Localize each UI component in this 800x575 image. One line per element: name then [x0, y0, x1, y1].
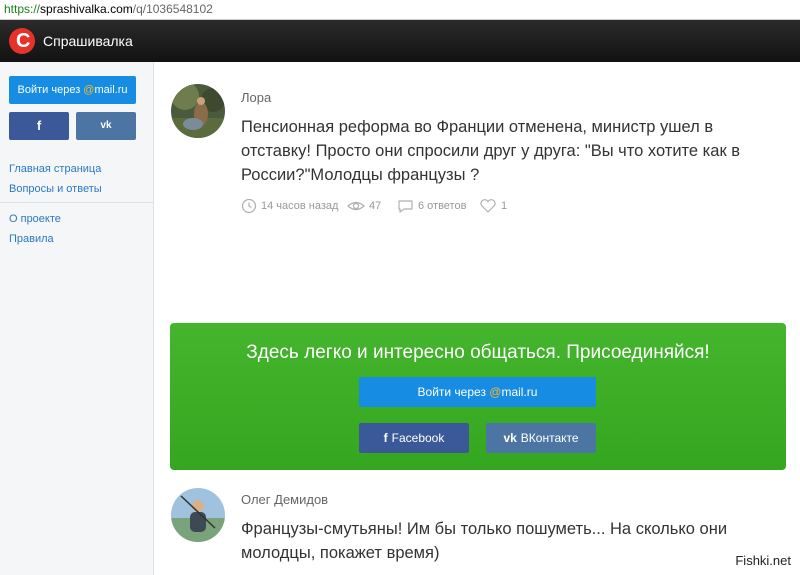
mail-at-icon: @	[83, 84, 95, 96]
site-name[interactable]: Спрашивалка	[43, 32, 133, 50]
facebook-label: Facebook	[391, 431, 445, 445]
question-author-name[interactable]: Лора	[241, 90, 271, 106]
meta-views-count: 47	[369, 200, 382, 212]
facebook-icon: f	[36, 118, 42, 133]
eye-icon	[347, 201, 365, 211]
sidebar: Войти через @mail.ru f vk Главная страни…	[0, 62, 154, 575]
banner-mail-login-button[interactable]: Войти через @mail.ru	[359, 377, 596, 407]
banner-vk-button[interactable]: vk ВКонтакте	[486, 423, 596, 453]
site-logo-icon[interactable]: С	[9, 28, 35, 54]
vk-icon: vk	[503, 431, 517, 445]
sidebar-item-about[interactable]: О проекте	[9, 212, 61, 226]
mail-domain: mail.ru	[94, 84, 128, 96]
sidebar-item-questions[interactable]: Вопросы и ответы	[9, 182, 102, 196]
clock-icon	[241, 198, 257, 214]
mail-domain: mail.ru	[501, 385, 538, 399]
sidebar-divider	[0, 202, 153, 203]
vk-label: ВКонтакте	[520, 431, 579, 445]
address-bar[interactable]: https://sprashivalka.com/q/1036548102	[0, 0, 800, 20]
answer-author-avatar[interactable]	[171, 488, 225, 542]
heart-icon	[480, 199, 496, 213]
sidebar-facebook-button[interactable]: f	[9, 112, 69, 140]
watermark: Fishki.net	[732, 552, 794, 569]
url-path: /q/1036548102	[132, 2, 213, 16]
logo-letter: С	[16, 30, 31, 52]
answer-text: Французы-смутьяны! Им бы только пошуметь…	[241, 520, 728, 562]
comment-icon	[398, 200, 413, 213]
question-text: Пенсионная реформа во Франции отменена, …	[241, 118, 741, 184]
sidebar-item-rules[interactable]: Правила	[9, 232, 54, 246]
meta-time-label: 14 часов назад	[261, 200, 339, 212]
answer-author-name[interactable]: Олег Демидов	[241, 492, 328, 508]
mail-at-icon: @	[489, 385, 502, 399]
join-banner: Здесь легко и интересно общаться. Присое…	[170, 323, 786, 470]
question-author-avatar[interactable]	[171, 84, 225, 138]
site-header: С Спрашивалка	[0, 20, 800, 62]
sidebar-vk-button[interactable]: vk	[76, 112, 136, 140]
sidebar-item-home[interactable]: Главная страница	[9, 162, 101, 176]
banner-facebook-button[interactable]: f Facebook	[359, 423, 469, 453]
mail-login-prefix: Войти через	[17, 84, 84, 96]
facebook-icon: f	[383, 431, 388, 445]
mail-login-prefix: Войти через	[417, 385, 490, 399]
meta-likes-count: 1	[501, 200, 508, 212]
url-scheme: https://	[4, 2, 41, 16]
url-host: sprashivalka.com	[40, 2, 133, 16]
sidebar-mail-login-button[interactable]: Войти через @mail.ru	[9, 76, 136, 104]
meta-answers-count: 6 ответов	[418, 200, 467, 212]
vk-icon: vk	[100, 120, 112, 131]
banner-title: Здесь легко и интересно общаться. Присое…	[246, 342, 710, 363]
